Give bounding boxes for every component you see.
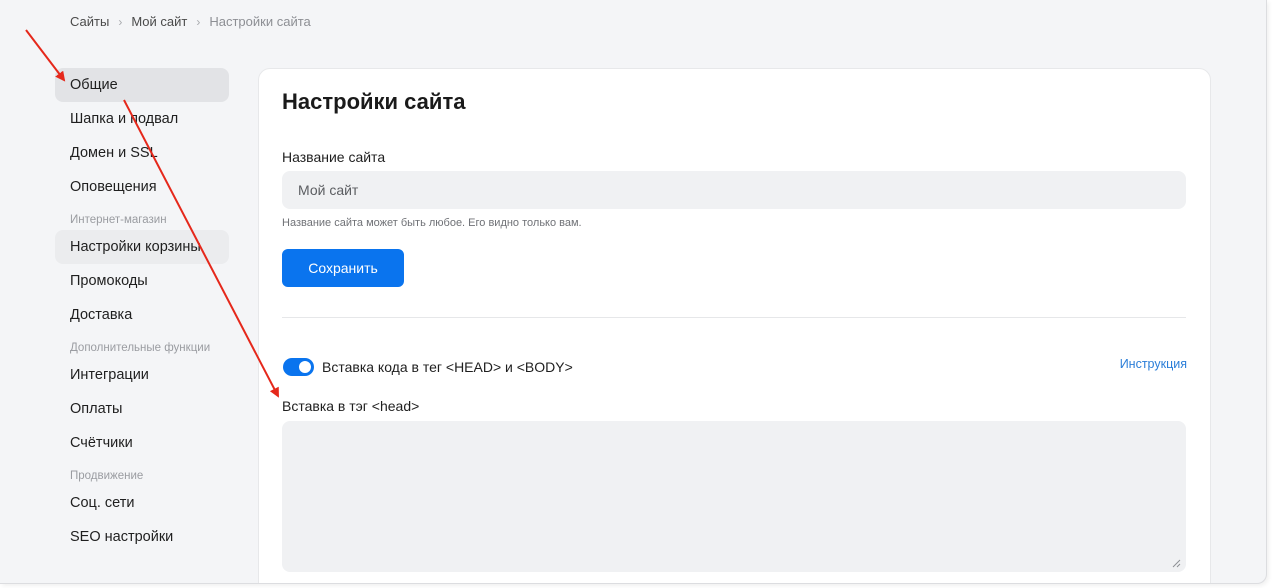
sidebar-section-shop: Интернет-магазин	[70, 214, 167, 226]
code-insert-toggle-label: Вставка кода в тег <HEAD> и <BODY>	[322, 359, 573, 375]
sidebar-item-delivery[interactable]: Доставка	[55, 298, 229, 332]
sidebar-item-header-footer[interactable]: Шапка и подвал	[55, 102, 229, 136]
sidebar-item-notifications[interactable]: Оповещения	[55, 170, 229, 204]
sidebar-item-social[interactable]: Соц. сети	[55, 486, 229, 520]
sidebar-item-payments[interactable]: Оплаты	[55, 392, 229, 426]
page-title: Настройки сайта	[282, 89, 466, 114]
sidebar-item-counters[interactable]: Счётчики	[55, 426, 229, 460]
toggle-knob	[299, 361, 311, 373]
sidebar-item-integrations[interactable]: Интеграции	[55, 358, 229, 392]
instruction-link[interactable]: Инструкция	[1120, 357, 1187, 371]
sidebar-item-general[interactable]: Общие	[55, 68, 229, 102]
site-name-input[interactable]	[282, 171, 1186, 209]
head-code-textarea[interactable]	[282, 421, 1186, 572]
save-button[interactable]: Сохранить	[282, 249, 404, 287]
resize-grip-icon[interactable]	[1171, 558, 1181, 568]
code-insert-toggle[interactable]	[283, 358, 314, 376]
breadcrumb: Сайты › Мой сайт › Настройки сайта	[70, 14, 311, 29]
breadcrumb-my-site[interactable]: Мой сайт	[131, 14, 187, 29]
sidebar-item-seo[interactable]: SEO настройки	[55, 520, 229, 554]
sidebar-item-cart-settings[interactable]: Настройки корзины	[55, 230, 229, 264]
settings-sidebar: Общие Шапка и подвал Домен и SSL Оповеще…	[55, 68, 229, 554]
site-name-label: Название сайта	[282, 149, 386, 165]
head-code-label: Вставка в тэг <head>	[282, 398, 420, 414]
settings-card: Настройки сайта Название сайта Название …	[258, 68, 1211, 583]
divider	[282, 317, 1186, 318]
sidebar-section-extra: Дополнительные функции	[70, 342, 211, 354]
breadcrumb-current: Настройки сайта	[209, 14, 311, 29]
breadcrumb-sites[interactable]: Сайты	[70, 14, 109, 29]
app-frame: Сайты › Мой сайт › Настройки сайта Общие…	[0, 0, 1267, 584]
chevron-right-icon: ›	[118, 14, 123, 29]
chevron-right-icon: ›	[196, 14, 201, 29]
site-name-hint: Название сайта может быть любое. Его вид…	[282, 217, 582, 229]
sidebar-item-domain-ssl[interactable]: Домен и SSL	[55, 136, 229, 170]
sidebar-section-promotion: Продвижение	[70, 470, 144, 482]
sidebar-item-promocodes[interactable]: Промокоды	[55, 264, 229, 298]
